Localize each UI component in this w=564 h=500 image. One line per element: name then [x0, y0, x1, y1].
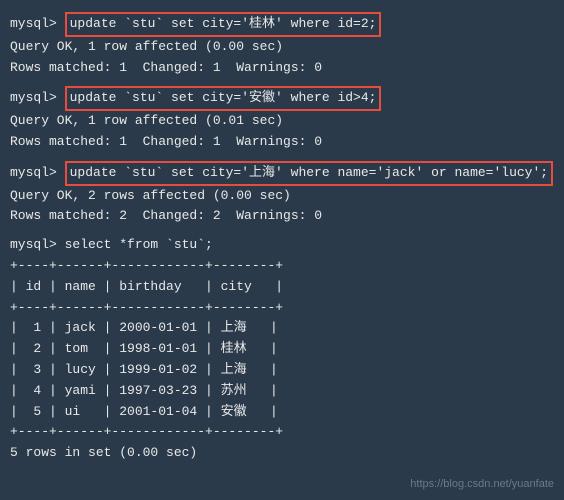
mysql-prompt: mysql>	[10, 235, 65, 256]
query-result-ok-2: Query OK, 1 row affected (0.01 sec)	[10, 111, 554, 132]
update-query-2: update `stu` set city='安徽' where id>4;	[65, 86, 382, 111]
rows-matched-1: Rows matched: 1 Changed: 1 Warnings: 0	[10, 58, 554, 79]
query-result-ok-3: Query OK, 2 rows affected (0.00 sec)	[10, 186, 554, 207]
table-row: | 1 | jack | 2000-01-01 | 上海 |	[10, 318, 554, 339]
command-line-4: mysql> select *from `stu`;	[10, 235, 554, 256]
table-separator: +----+------+------------+--------+	[10, 298, 554, 319]
mysql-prompt: mysql>	[10, 14, 65, 35]
table-separator: +----+------+------------+--------+	[10, 256, 554, 277]
command-line-2: mysql> update `stu` set city='安徽' where …	[10, 86, 554, 111]
rows-matched-3: Rows matched: 2 Changed: 2 Warnings: 0	[10, 206, 554, 227]
table-row: | 4 | yami | 1997-03-23 | 苏州 |	[10, 381, 554, 402]
mysql-prompt: mysql>	[10, 163, 65, 184]
table-row: | 2 | tom | 1998-01-01 | 桂林 |	[10, 339, 554, 360]
command-line-3: mysql> update `stu` set city='上海' where …	[10, 161, 554, 186]
table-row: | 3 | lucy | 1999-01-02 | 上海 |	[10, 360, 554, 381]
table-row: | 5 | ui | 2001-01-04 | 安徽 |	[10, 402, 554, 423]
update-query-3: update `stu` set city='上海' where name='j…	[65, 161, 553, 186]
table-separator: +----+------+------------+--------+	[10, 422, 554, 443]
select-query: select *from `stu`;	[65, 235, 213, 256]
row-count-result: 5 rows in set (0.00 sec)	[10, 443, 554, 464]
watermark-text: https://blog.csdn.net/yuanfate	[410, 476, 554, 494]
mysql-prompt: mysql>	[10, 88, 65, 109]
rows-matched-2: Rows matched: 1 Changed: 1 Warnings: 0	[10, 132, 554, 153]
update-query-1: update `stu` set city='桂林' where id=2;	[65, 12, 382, 37]
command-line-1: mysql> update `stu` set city='桂林' where …	[10, 12, 554, 37]
table-header: | id | name | birthday | city |	[10, 277, 554, 298]
query-result-ok-1: Query OK, 1 row affected (0.00 sec)	[10, 37, 554, 58]
